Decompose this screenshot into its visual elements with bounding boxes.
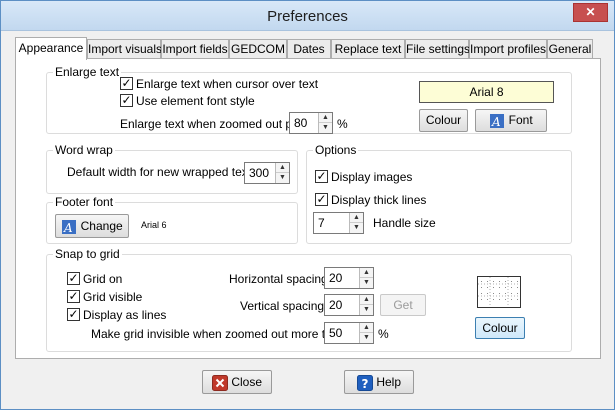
spin-up-icon[interactable]: ▲	[319, 113, 332, 123]
grid-invisible-spinner[interactable]: 50 ▲ ▼	[324, 322, 374, 344]
grid-visible-label: Grid visible	[83, 290, 143, 304]
font-button-label: Font	[508, 113, 533, 127]
grid-invisible-value: 50	[329, 326, 343, 340]
spin-up-icon[interactable]: ▲	[276, 163, 289, 173]
grid-on-checkbox[interactable]: ✓	[67, 272, 80, 285]
h-spacing-spinner[interactable]: 20 ▲ ▼	[324, 267, 374, 289]
enlarge-font-button[interactable]: A Font	[475, 109, 547, 132]
tab-replace-text[interactable]: Replace text	[331, 39, 405, 59]
display-images-label: Display images	[331, 170, 413, 184]
handle-size-value: 7	[318, 216, 325, 230]
get-spacing-button[interactable]: Get	[380, 294, 426, 316]
close-button[interactable]: Close	[202, 370, 272, 394]
h-spacing-label: Horizontal spacing	[229, 272, 328, 286]
enlarge-cursor-checkbox[interactable]: ✓	[120, 77, 133, 90]
spin-down-icon[interactable]: ▼	[360, 333, 373, 343]
tab-import-profiles[interactable]: Import profiles	[469, 39, 547, 59]
window-close-button[interactable]: ✕	[573, 3, 608, 22]
word-wrap-title: Word wrap	[53, 143, 115, 157]
element-font-checkbox[interactable]: ✓	[120, 94, 133, 107]
help-button[interactable]: ? Help	[344, 370, 414, 394]
wrap-width-spinner[interactable]: 300 ▲ ▼	[244, 162, 290, 184]
zoomed-out-value: 80	[294, 116, 308, 130]
enlarge-colour-button[interactable]: Colour	[419, 109, 468, 132]
handle-size-spinner[interactable]: 7 ▲ ▼	[313, 212, 364, 234]
footer-font-group: Footer font A Change Arial 6	[46, 195, 298, 244]
display-as-lines-checkbox[interactable]: ✓	[67, 308, 80, 321]
snap-to-grid-title: Snap to grid	[53, 247, 122, 261]
spin-up-icon[interactable]: ▲	[360, 323, 373, 333]
handle-size-label: Handle size	[373, 216, 436, 230]
tab-gedcom[interactable]: GEDCOM	[229, 39, 287, 59]
footer-change-button[interactable]: A Change	[55, 214, 129, 238]
v-spacing-label: Vertical spacing	[240, 299, 325, 313]
grid-colour-button[interactable]: Colour	[475, 317, 525, 339]
enlarge-text-group: Enlarge text ✓ Enlarge text when cursor …	[46, 65, 572, 134]
zoomed-out-unit: %	[337, 117, 348, 131]
element-font-label: Use element font style	[136, 94, 255, 108]
footer-font-title: Footer font	[53, 195, 116, 209]
options-group: Options ✓ Display images ✓ Display thick…	[306, 143, 572, 244]
snap-to-grid-group: Snap to grid ✓ Grid on ✓ Grid visible ✓ …	[46, 247, 572, 352]
tab-file-settings[interactable]: File settings	[405, 39, 470, 59]
spin-down-icon[interactable]: ▼	[350, 223, 363, 233]
display-images-checkbox[interactable]: ✓	[315, 170, 328, 183]
window-title: Preferences	[267, 8, 348, 25]
footer-font-name: Arial 6	[141, 220, 167, 230]
help-button-label: Help	[376, 375, 402, 389]
svg-text:A: A	[491, 115, 501, 129]
svg-text:A: A	[63, 221, 73, 235]
zoomed-out-spinner[interactable]: 80 ▲ ▼	[289, 112, 333, 134]
wrap-width-value: 300	[249, 166, 270, 180]
font-icon: A	[61, 219, 77, 235]
zoomed-out-label: Enlarge text when zoomed out past	[120, 117, 309, 131]
spin-down-icon[interactable]: ▼	[276, 173, 289, 183]
tab-general[interactable]: General	[547, 39, 593, 59]
font-icon: A	[489, 113, 505, 129]
grid-preview-swatch	[477, 276, 521, 308]
grid-on-label: Grid on	[83, 272, 123, 286]
tab-appearance[interactable]: Appearance	[15, 37, 87, 60]
v-spacing-value: 20	[329, 298, 343, 312]
h-spacing-value: 20	[329, 271, 343, 285]
close-icon	[211, 374, 228, 391]
enlarge-cursor-label: Enlarge text when cursor over text	[136, 77, 319, 91]
preferences-window: Preferences ✕ Appearance Import visuals …	[0, 0, 615, 410]
thick-lines-checkbox[interactable]: ✓	[315, 193, 328, 206]
thick-lines-label: Display thick lines	[331, 193, 427, 207]
tab-import-fields[interactable]: Import fields	[161, 39, 229, 59]
spin-down-icon[interactable]: ▼	[360, 305, 373, 315]
v-spacing-spinner[interactable]: 20 ▲ ▼	[324, 294, 374, 316]
title-bar[interactable]: Preferences ✕	[1, 1, 614, 31]
font-preview-box: Arial 8	[419, 81, 554, 103]
svg-text:?: ?	[361, 377, 368, 391]
spin-up-icon[interactable]: ▲	[350, 213, 363, 223]
word-wrap-group: Word wrap Default width for new wrapped …	[46, 143, 298, 194]
spin-up-icon[interactable]: ▲	[360, 295, 373, 305]
wrap-width-label: Default width for new wrapped text	[67, 165, 252, 179]
tab-import-visuals[interactable]: Import visuals	[87, 39, 162, 59]
close-button-label: Close	[231, 375, 263, 389]
grid-invisible-label: Make grid invisible when zoomed out more…	[91, 327, 346, 341]
grid-invisible-unit: %	[378, 327, 389, 341]
display-as-lines-label: Display as lines	[83, 308, 167, 322]
spin-down-icon[interactable]: ▼	[319, 123, 332, 133]
grid-visible-checkbox[interactable]: ✓	[67, 290, 80, 303]
options-title: Options	[313, 143, 359, 157]
appearance-panel: Enlarge text ✓ Enlarge text when cursor …	[15, 58, 601, 359]
change-button-label: Change	[80, 219, 123, 233]
tab-dates[interactable]: Dates	[287, 39, 331, 59]
spin-down-icon[interactable]: ▼	[360, 278, 373, 288]
help-icon: ?	[356, 374, 373, 391]
spin-up-icon[interactable]: ▲	[360, 268, 373, 278]
enlarge-text-title: Enlarge text	[53, 65, 122, 79]
